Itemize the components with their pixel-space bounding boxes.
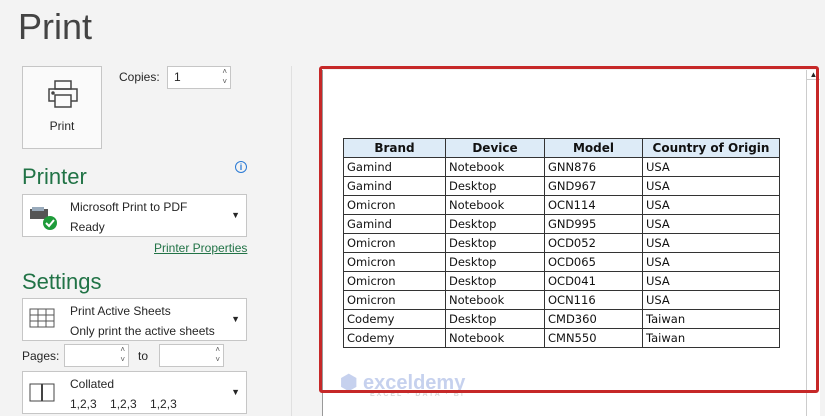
collation-dropdown[interactable]: Collated 1,2,3 1,2,3 1,2,3 ▼ bbox=[22, 371, 247, 414]
printer-properties-link[interactable]: Printer Properties bbox=[154, 241, 247, 255]
printer-status: Ready bbox=[70, 220, 105, 234]
to-label: to bbox=[138, 349, 149, 363]
pages-to-input[interactable]: ˄ ˅ bbox=[159, 344, 224, 367]
sheet-grid-icon bbox=[29, 308, 55, 328]
info-icon[interactable]: i bbox=[235, 161, 247, 173]
printer-name: Microsoft Print to PDF bbox=[70, 200, 188, 214]
printer-icon bbox=[48, 80, 78, 108]
print-button[interactable]: Print bbox=[22, 66, 102, 149]
spinner-arrows-icon[interactable]: ˄ ˅ bbox=[222, 67, 227, 87]
spinner-arrows-icon[interactable]: ˄ ˅ bbox=[120, 345, 125, 365]
print-label: Print bbox=[49, 119, 75, 133]
copies-value: 1 bbox=[174, 70, 181, 84]
pages-from-input[interactable]: ˄ ˅ bbox=[64, 344, 129, 367]
copies-label: Copies: bbox=[119, 70, 160, 84]
pages-label: Pages: bbox=[22, 349, 60, 363]
divider bbox=[291, 66, 292, 416]
dropdown-caret-icon: ▼ bbox=[231, 314, 240, 324]
copies-input[interactable]: 1 ˄ ˅ bbox=[167, 66, 231, 89]
spinner-arrows-icon[interactable]: ˄ ˅ bbox=[215, 345, 220, 365]
print-what-subtitle: Only print the active sheets bbox=[70, 324, 215, 338]
printer-ready-icon bbox=[30, 207, 57, 230]
print-what-dropdown[interactable]: Print Active Sheets Only print the activ… bbox=[22, 298, 247, 341]
printer-dropdown[interactable]: Microsoft Print to PDF Ready ▼ bbox=[22, 194, 247, 237]
page-title: Print bbox=[18, 6, 93, 47]
print-what-title: Print Active Sheets bbox=[70, 304, 171, 318]
collated-icon bbox=[29, 383, 55, 402]
collation-title: Collated bbox=[70, 377, 115, 391]
dropdown-caret-icon: ▼ bbox=[231, 210, 240, 220]
printer-heading: Printer bbox=[22, 164, 87, 189]
highlight-box bbox=[319, 66, 819, 393]
settings-heading: Settings bbox=[22, 269, 102, 294]
collation-subtitle: 1,2,3 1,2,3 1,2,3 bbox=[70, 397, 177, 411]
dropdown-caret-icon: ▼ bbox=[231, 387, 240, 397]
